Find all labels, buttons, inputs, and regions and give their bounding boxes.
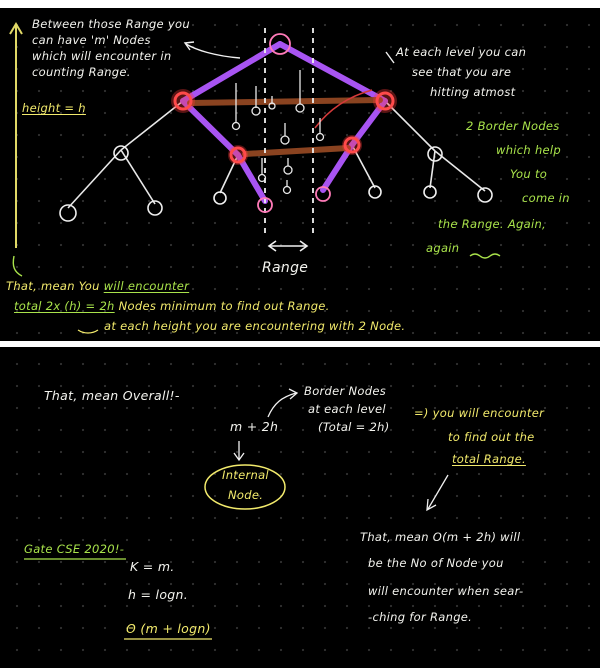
total-2h-text: total 2x (h) = 2h <box>14 299 115 313</box>
formula-m-plus-2h: m + 2h <box>230 419 279 434</box>
height-label: height = h <box>22 101 86 115</box>
left-note-line: which will encounter in <box>32 49 172 63</box>
internal-node-line: Node. <box>228 488 264 502</box>
border-note-line: at each level <box>308 402 386 416</box>
k-equation: K = m. <box>130 559 175 574</box>
conclusion-line-3: at each height you are encountering with… <box>104 319 406 333</box>
bottom-panel: That, mean Overall!- m + 2h Border Nodes… <box>0 347 600 668</box>
overall-heading: That, mean Overall!- <box>44 388 180 403</box>
right-note-line: again <box>426 241 460 255</box>
right-note-line: 2 Border Nodes <box>466 119 560 133</box>
gate-cse-label: Gate CSE 2020!- <box>24 542 125 556</box>
internal-node-line: Internal <box>222 468 269 482</box>
border-note-line: (Total = 2h) <box>318 420 390 434</box>
right-note-line: At each level you can <box>396 45 527 59</box>
left-note-line: can have 'm' Nodes <box>32 33 151 47</box>
right-note-line: hitting atmost <box>430 85 516 99</box>
right-note-line: come in <box>522 191 570 205</box>
conclusion-line: will encounter when sear- <box>368 584 524 598</box>
conclusion-line: That, mean O(m + 2h) will <box>360 530 521 544</box>
will-encounter-text: will encounter <box>103 279 190 293</box>
range-label: Range <box>262 260 309 276</box>
theta-result: Θ (m + logn) <box>126 621 211 636</box>
right-note-line: which help <box>496 143 562 157</box>
top-panel: Between those Range you can have 'm' Nod… <box>0 8 600 341</box>
encounter-note-line: to find out the <box>448 430 535 444</box>
right-note-line: You to <box>510 167 548 181</box>
nodes-minimum-text: Nodes minimum to find out Range. <box>114 299 330 313</box>
right-note-line: see that you are <box>412 65 512 79</box>
encounter-note-line: =) you will encounter <box>414 406 545 420</box>
conclusion-line-2: total 2x (h) = 2h Nodes minimum to find … <box>14 298 330 314</box>
total-range-text: total Range. <box>452 452 526 466</box>
left-note-line: Between those Range you <box>32 17 190 31</box>
right-note-line: the Range. Again, <box>438 217 546 231</box>
conclusion-prefix: That, mean You <box>6 279 104 293</box>
left-note-line: counting Range. <box>32 65 131 79</box>
conclusion-line: -ching for Range. <box>368 610 473 624</box>
conclusion-line-1: That, mean You will encounter <box>6 278 189 294</box>
h-equation: h = logn. <box>128 587 188 602</box>
border-note-line: Border Nodes <box>304 384 387 398</box>
conclusion-line: be the No of Node you <box>368 556 504 570</box>
